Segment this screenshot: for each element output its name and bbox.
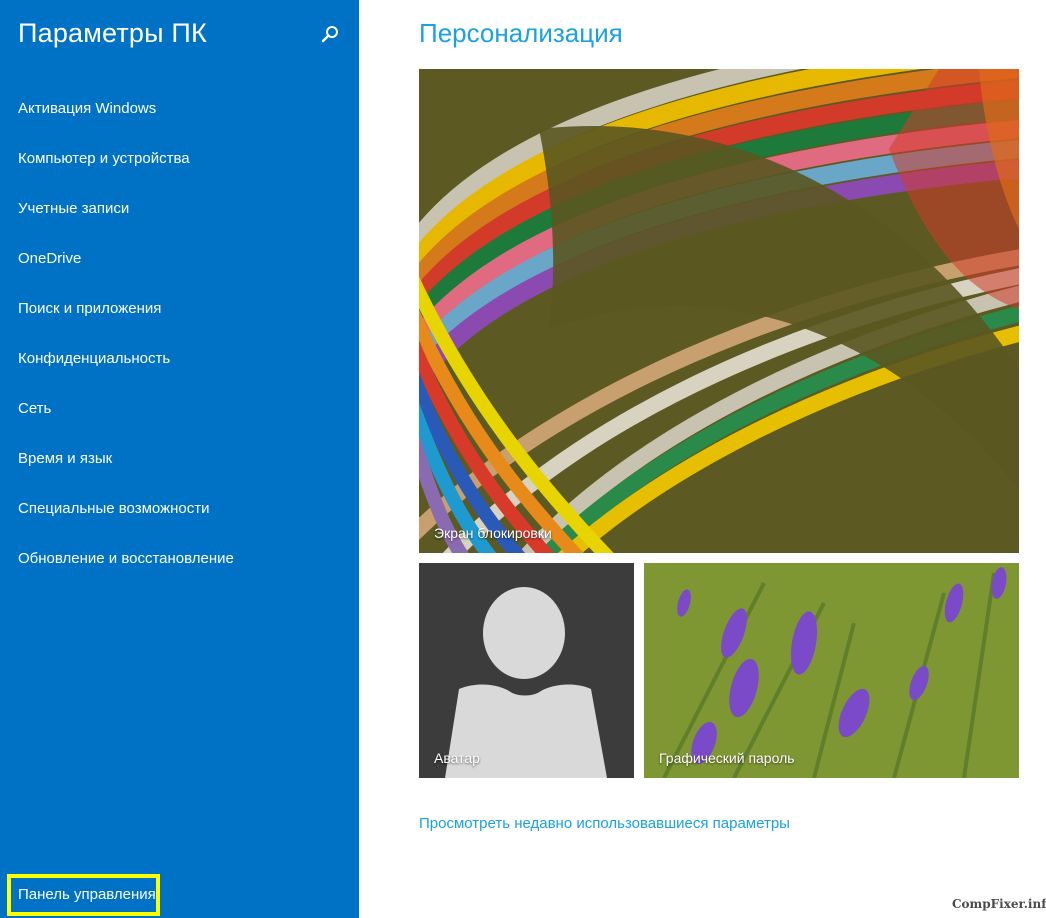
recent-settings-link[interactable]: Просмотреть недавно использовавшиеся пар… [419, 815, 790, 832]
control-panel-link[interactable]: Панель управления [7, 874, 160, 916]
sidebar-item-time-language[interactable]: Время и язык [0, 434, 359, 484]
sidebar-item-update-recovery[interactable]: Обновление и восстановление [0, 534, 359, 584]
watermark: CompFixer.info [952, 897, 1046, 911]
picture-password-image [644, 563, 1019, 778]
sidebar-item-activation[interactable]: Активация Windows [0, 84, 359, 134]
control-panel-label: Панель управления [18, 886, 156, 903]
sidebar-item-pc-devices[interactable]: Компьютер и устройства [0, 134, 359, 184]
picture-password-label: Графический пароль [659, 750, 795, 766]
search-icon [321, 26, 338, 43]
picture-password-tile[interactable]: Графический пароль [644, 563, 1019, 778]
search-button[interactable] [318, 22, 342, 46]
sidebar-nav: Активация Windows Компьютер и устройства… [0, 84, 359, 584]
sidebar-item-search-apps[interactable]: Поиск и приложения [0, 284, 359, 334]
sidebar-item-onedrive[interactable]: OneDrive [0, 234, 359, 284]
sidebar-item-privacy[interactable]: Конфиденциальность [0, 334, 359, 384]
avatar-tile[interactable]: Аватар [419, 563, 634, 778]
avatar-label: Аватар [434, 750, 480, 766]
page-title: Персонализация [419, 18, 623, 48]
sidebar-item-network[interactable]: Сеть [0, 384, 359, 434]
lock-screen-label: Экран блокировки [434, 525, 552, 541]
avatar-icon [419, 563, 634, 778]
sidebar-item-ease-of-access[interactable]: Специальные возможности [0, 484, 359, 534]
sidebar: Параметры ПК Активация Windows Компьютер… [0, 0, 359, 918]
lock-screen-image [419, 69, 1019, 553]
lock-screen-tile[interactable]: Экран блокировки [419, 69, 1019, 553]
sidebar-item-accounts[interactable]: Учетные записи [0, 184, 359, 234]
sidebar-title: Параметры ПК [18, 18, 207, 48]
